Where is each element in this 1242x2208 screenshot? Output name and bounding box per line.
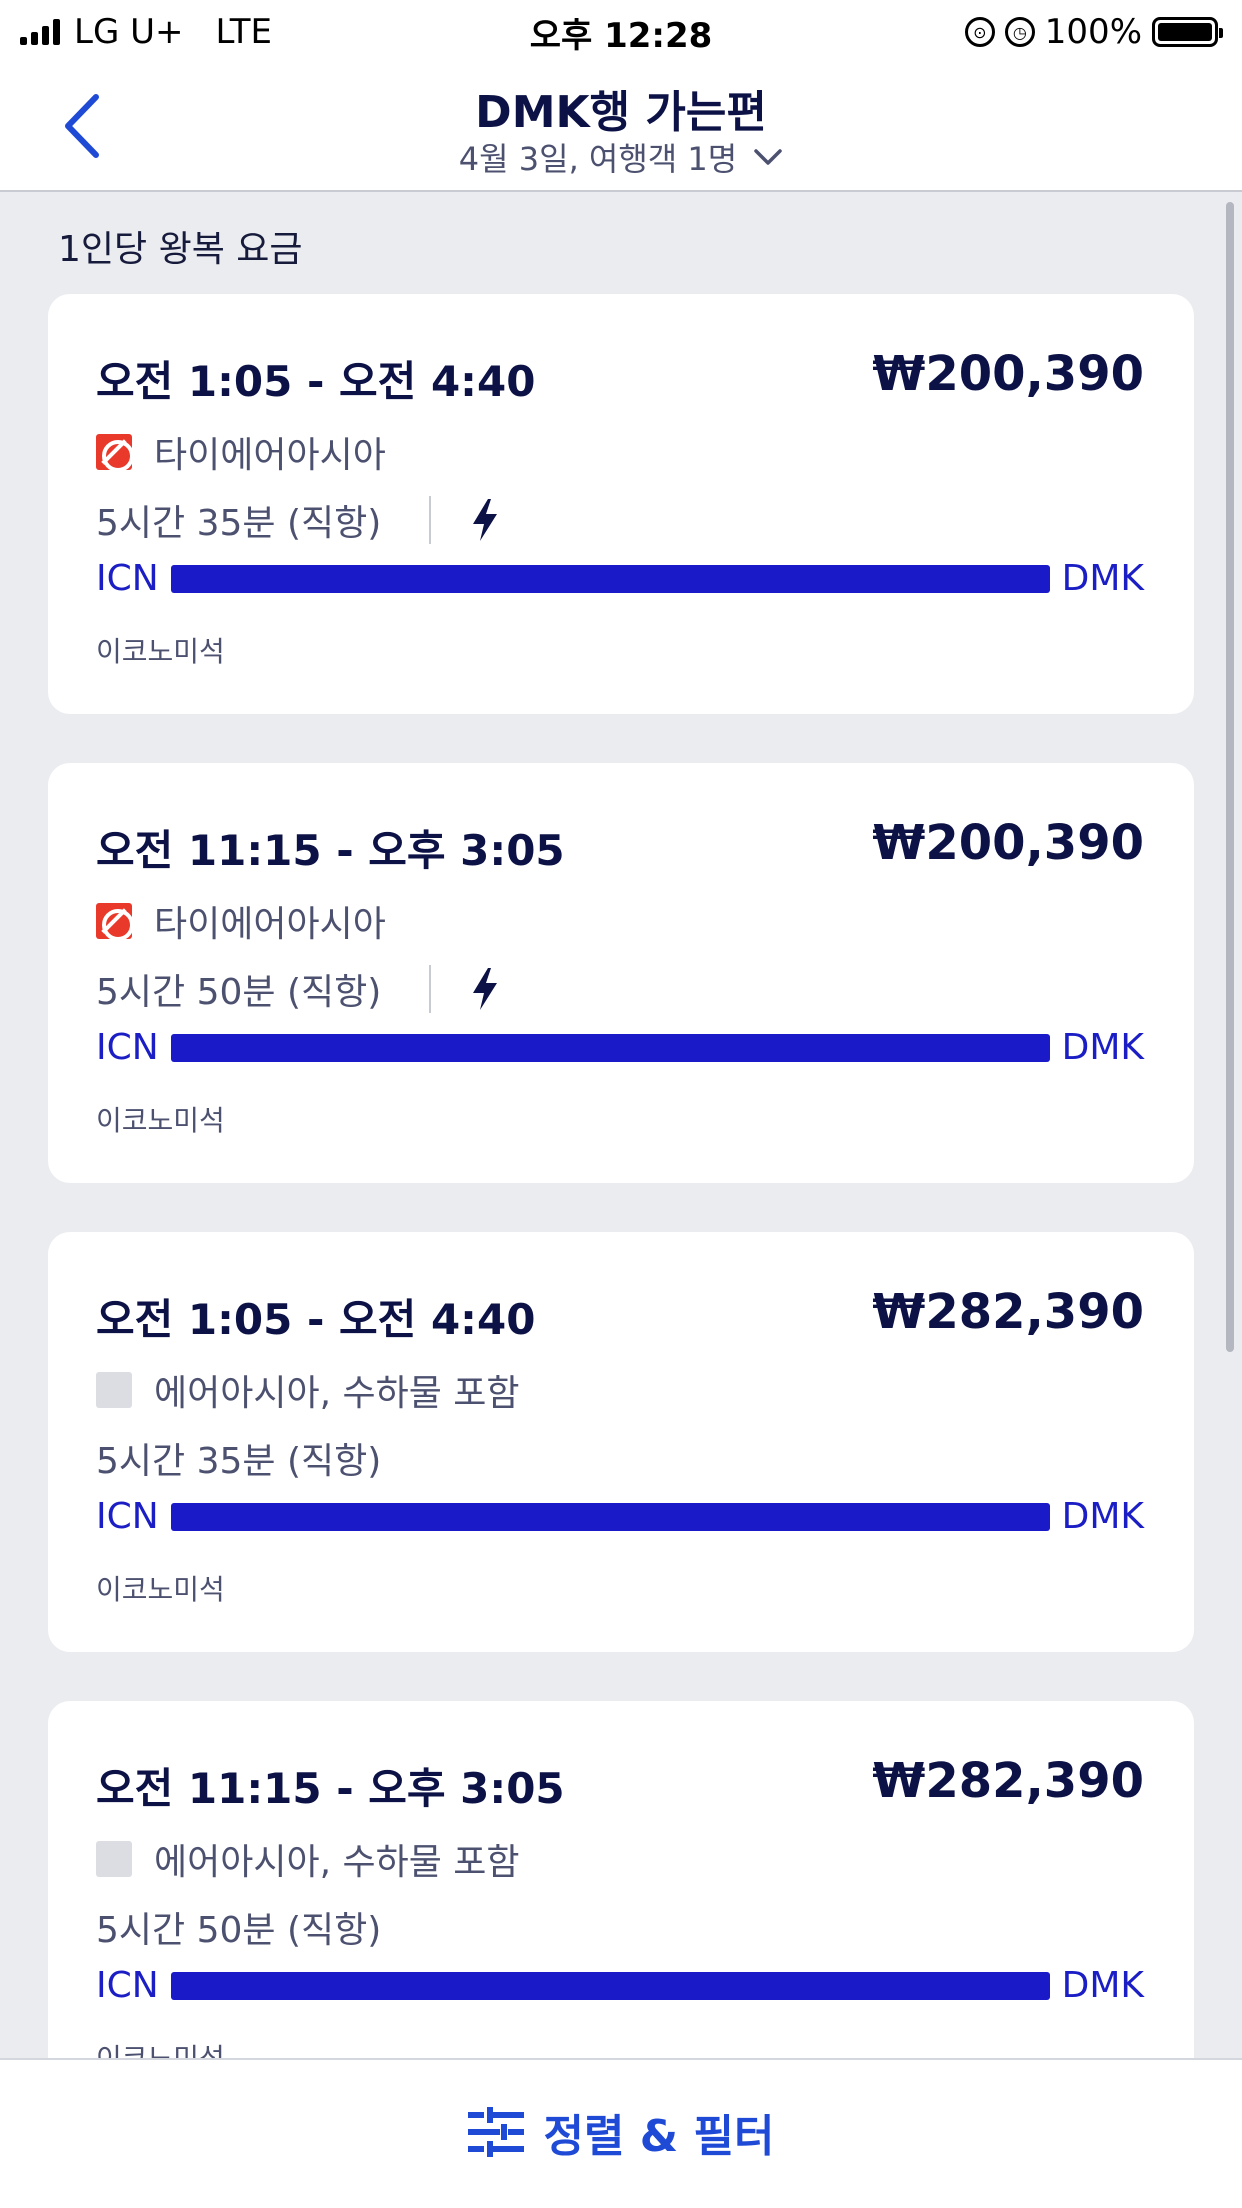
airline-row: 타이에어아시아 <box>96 895 386 947</box>
airline-name: 타이에어아시아 <box>154 435 386 476</box>
battery-icon <box>1152 17 1223 47</box>
bottom-bar: 정렬 & 필터 <box>0 2058 1242 2208</box>
flight-card[interactable]: 오전 11:15 - 오후 3:05 ₩200,390 타이에어아시아 5시간 … <box>48 763 1194 1183</box>
flight-price: ₩282,390 <box>872 1753 1144 1809</box>
divider <box>429 496 432 544</box>
route-bar <box>170 1971 1050 2000</box>
origin-code: ICN <box>96 1496 159 1537</box>
flight-times: 오전 11:15 - 오후 3:05 <box>96 826 565 875</box>
origin-code: ICN <box>96 1965 159 2006</box>
route-row: ICN DMK <box>96 1965 1144 2006</box>
cabin-class: 이코노미석 <box>96 1573 225 1606</box>
flight-duration: 5시간 50분 (직항) <box>96 1910 382 1951</box>
status-right: ⊙ ◷ 100% <box>964 12 1223 52</box>
carrier-label: LG U+ <box>74 12 184 52</box>
flight-price: ₩282,390 <box>872 1284 1144 1340</box>
thai-airasia-logo-icon <box>96 434 134 472</box>
search-summary-label: 4월 3일, 여행객 1명 <box>458 140 738 178</box>
results-list[interactable]: 1인당 왕복 요금 오전 1:05 - 오전 4:40 ₩200,390 타이에… <box>0 194 1242 2058</box>
route-row: ICN DMK <box>96 558 1144 599</box>
chevron-down-icon <box>754 149 782 165</box>
flight-card[interactable]: 오전 1:05 - 오전 4:40 ₩200,390 타이에어아시아 5시간 3… <box>48 294 1194 714</box>
status-left: LG U+ LTE <box>20 12 272 52</box>
duration-row: 5시간 35분 (직항) <box>96 494 499 546</box>
airline-logo-placeholder-icon <box>96 1372 132 1408</box>
rotation-lock-icon: ⊙ <box>964 17 995 47</box>
route-row: ICN DMK <box>96 1496 1144 1537</box>
sort-filter-button[interactable]: 정렬 & 필터 <box>467 2100 775 2164</box>
network-label: LTE <box>215 12 272 52</box>
airline-name: 에어아시아, 수하물 포함 <box>154 1842 520 1883</box>
price-note: 1인당 왕복 요금 <box>58 229 303 270</box>
destination-code: DMK <box>1061 558 1144 599</box>
airline-row: 에어아시아, 수하물 포함 <box>96 1833 520 1885</box>
airline-row: 에어아시아, 수하물 포함 <box>96 1364 520 1416</box>
airline-name: 타이에어아시아 <box>154 904 386 945</box>
lightning-bolt-icon <box>471 967 499 1011</box>
duration-row: 5시간 50분 (직항) <box>96 1901 381 1953</box>
flight-card[interactable]: 오전 11:15 - 오후 3:05 ₩282,390 에어아시아, 수하물 포… <box>48 1701 1194 2058</box>
flight-times: 오전 11:15 - 오후 3:05 <box>96 1764 565 1813</box>
header: DMK행 가는편 4월 3일, 여행객 1명 <box>0 64 1242 192</box>
flight-card[interactable]: 오전 1:05 - 오전 4:40 ₩282,390 에어아시아, 수하물 포함… <box>48 1232 1194 1652</box>
duration-row: 5시간 35분 (직항) <box>96 1432 381 1484</box>
cabin-class: 이코노미석 <box>96 1104 225 1137</box>
sliders-icon <box>467 2107 524 2157</box>
origin-code: ICN <box>96 558 159 599</box>
sort-filter-label: 정렬 & 필터 <box>543 2111 775 2162</box>
flight-times: 오전 1:05 - 오전 4:40 <box>96 1295 536 1344</box>
flight-price: ₩200,390 <box>872 815 1144 871</box>
signal-icon <box>20 19 60 45</box>
flight-times: 오전 1:05 - 오전 4:40 <box>96 357 536 406</box>
duration-row: 5시간 50분 (직항) <box>96 963 499 1015</box>
thai-airasia-logo-icon <box>96 903 134 941</box>
route-bar <box>170 1502 1050 1531</box>
search-summary[interactable]: 4월 3일, 여행객 1명 <box>0 134 1242 180</box>
airline-name: 에어아시아, 수하물 포함 <box>154 1373 520 1414</box>
origin-code: ICN <box>96 1027 159 1068</box>
cabin-class: 이코노미석 <box>96 635 225 668</box>
scrollbar[interactable] <box>1226 202 1234 1352</box>
status-bar: LG U+ LTE 오후 12:28 ⊙ ◷ 100% <box>0 0 1242 64</box>
flight-price: ₩200,390 <box>872 346 1144 402</box>
airline-logo-placeholder-icon <box>96 1841 132 1877</box>
route-row: ICN DMK <box>96 1027 1144 1068</box>
destination-code: DMK <box>1061 1027 1144 1068</box>
destination-code: DMK <box>1061 1965 1144 2006</box>
lightning-bolt-icon <box>471 498 499 542</box>
destination-code: DMK <box>1061 1496 1144 1537</box>
flight-duration: 5시간 35분 (직항) <box>96 1441 382 1482</box>
route-bar <box>170 564 1050 593</box>
flight-duration: 5시간 35분 (직항) <box>96 503 382 544</box>
flight-duration: 5시간 50분 (직항) <box>96 972 382 1013</box>
alarm-icon: ◷ <box>1004 17 1035 47</box>
cabin-class: 이코노미석 <box>96 2037 225 2058</box>
page-title: DMK행 가는편 <box>475 87 767 138</box>
divider <box>429 965 432 1013</box>
airline-row: 타이에어아시아 <box>96 426 386 478</box>
route-bar <box>170 1033 1050 1062</box>
battery-percent: 100% <box>1044 12 1142 52</box>
